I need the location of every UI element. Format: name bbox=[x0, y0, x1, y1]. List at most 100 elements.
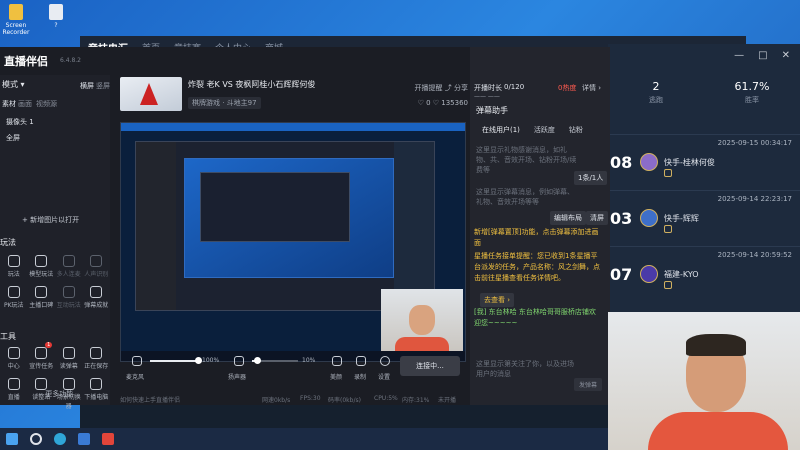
desktop-icon-recorder[interactable]: Screen Recorder bbox=[2, 4, 30, 36]
mic-percent: 100% bbox=[202, 357, 220, 364]
stream-category[interactable]: 棋牌游戏 · 斗地主97 bbox=[188, 97, 261, 109]
desktop-icon-file[interactable]: ? bbox=[42, 4, 70, 29]
fps: FPS:30 bbox=[300, 395, 321, 402]
speaker-icon[interactable] bbox=[234, 356, 244, 366]
match-score: 07 bbox=[610, 265, 633, 284]
tool-interactive[interactable]: 互动玩法 bbox=[55, 286, 83, 309]
add-scene-button[interactable]: + 新增图片以打开 bbox=[22, 215, 79, 225]
stream-title[interactable]: 炸裂 老K VS 夜枫阿桂小石辉辉何俊 bbox=[188, 79, 315, 90]
tool-center[interactable]: 中心 bbox=[0, 347, 28, 370]
tab-online-users[interactable]: 在线用户(1) bbox=[482, 125, 520, 135]
preview-banner bbox=[121, 123, 465, 131]
tool-pk[interactable]: PK玩法 bbox=[0, 286, 28, 309]
record-icon[interactable] bbox=[356, 356, 366, 366]
record-label: 录制 bbox=[354, 374, 367, 381]
microphone-icon[interactable] bbox=[132, 356, 142, 366]
speaker-volume-slider[interactable] bbox=[252, 357, 298, 364]
app-icon[interactable] bbox=[78, 433, 90, 445]
tab-video-source[interactable]: 视频源 bbox=[36, 99, 57, 109]
match-date: 2025-09-14 22:23:17 bbox=[717, 195, 792, 203]
hot-value: 0热度 bbox=[558, 84, 577, 92]
player-name: 福建-KYO bbox=[664, 270, 699, 279]
match-score: 08 bbox=[610, 153, 633, 172]
match-row[interactable]: 07 2025-09-14 20:59:52 福建-KYO bbox=[608, 246, 800, 302]
minimize-icon[interactable]: — bbox=[734, 50, 744, 61]
share-reminder[interactable]: 开播提醒 ⤴ 分享 bbox=[415, 83, 468, 93]
clear-screen-button[interactable]: 清屏 bbox=[586, 211, 608, 225]
tab-landscape[interactable]: 横屏 bbox=[80, 81, 94, 91]
tool-play[interactable]: 玩法 bbox=[0, 255, 28, 278]
detail-link[interactable]: 详情 › bbox=[582, 83, 601, 93]
tab-portrait[interactable]: 竖屏 bbox=[96, 81, 110, 91]
stat-winrate: 61.7% 胜率 bbox=[704, 80, 800, 105]
danmu-hint: 这里显示弹幕消息，例如弹幕、礼物、音效开场等等 bbox=[476, 188, 574, 206]
source-fullscreen[interactable]: 全屏 bbox=[6, 133, 20, 143]
stat-value: 2 bbox=[652, 80, 660, 93]
player-name: 快手-辉辉 bbox=[664, 214, 699, 223]
user-message: [我] 东台林哈 东台林哈哥哥服桥店铺欢迎您~~~~~ bbox=[474, 308, 596, 327]
windows-start-icon[interactable] bbox=[6, 433, 18, 445]
live-app-icon[interactable] bbox=[102, 433, 114, 445]
computer-icon bbox=[90, 378, 103, 390]
tab-materials[interactable]: 素材 bbox=[2, 99, 16, 109]
tool-saving[interactable]: 正在保存 bbox=[83, 347, 111, 370]
go-view-button[interactable]: 去查看 › bbox=[480, 293, 515, 307]
sidebar: 模式 ▾ 横屏 竖屏 素材 画面 视频源 摄像头 1 全屏 + 新增图片以打开 … bbox=[0, 75, 111, 410]
mic-volume-slider[interactable] bbox=[150, 357, 202, 364]
tab-activity[interactable]: 活跃度 bbox=[534, 125, 555, 135]
edge-icon[interactable] bbox=[54, 433, 66, 445]
stat-value: 61.7% bbox=[734, 80, 770, 93]
stream-cover-thumbnail[interactable] bbox=[120, 77, 182, 111]
file-icon bbox=[49, 4, 63, 20]
shirt bbox=[648, 412, 788, 450]
player-name: 快手-桂林何俊 bbox=[664, 158, 715, 167]
help-link[interactable]: 如何快速上手直播伴侣 bbox=[120, 395, 180, 404]
chat-panel: 开播时长 0/120 —— —— 0热度 详情 › 弹幕助手 在线用户(1) 活… bbox=[470, 47, 610, 405]
player-avatar bbox=[640, 209, 658, 227]
live-status: 未开播 bbox=[438, 397, 457, 404]
camera-overlay bbox=[381, 289, 463, 353]
tool-multi-link[interactable]: 多人连麦 bbox=[55, 255, 83, 278]
tool-voice[interactable]: 人声识别 bbox=[83, 255, 111, 278]
count-badge: 1条/1人 bbox=[574, 171, 608, 185]
more-features-button[interactable]: ⋯ 更多功能 bbox=[36, 389, 73, 399]
shield-icon bbox=[35, 255, 48, 267]
player-avatar bbox=[640, 153, 658, 171]
nested-right-panel bbox=[394, 142, 434, 310]
beauty-icon[interactable] bbox=[332, 356, 342, 366]
go-live-button[interactable]: 连接中... bbox=[400, 356, 460, 376]
tab-diamond-fans[interactable]: 钻粉 bbox=[569, 125, 583, 135]
webcam-feed bbox=[608, 312, 800, 450]
tool-model-play[interactable]: 模型玩法 bbox=[28, 255, 56, 278]
tool-live[interactable]: 直播 bbox=[0, 378, 28, 410]
live-duration-label: 开播时长 bbox=[474, 84, 502, 92]
source-camera[interactable]: 摄像头 1 bbox=[6, 117, 34, 127]
tool-promotion-task[interactable]: 1 宣传任务 bbox=[28, 342, 56, 370]
match-row[interactable]: 03 2025-09-14 22:23:17 快手-辉辉 bbox=[608, 190, 800, 246]
scene-section-title[interactable]: 模式 ▾ bbox=[2, 79, 25, 90]
stream-preview[interactable] bbox=[120, 122, 466, 362]
tools-section-title: 工具 bbox=[0, 332, 16, 341]
search-icon[interactable] bbox=[30, 433, 42, 445]
nested-screen-capture bbox=[135, 141, 435, 311]
stat-label: 胜率 bbox=[745, 96, 759, 104]
speaker-percent: 10% bbox=[302, 357, 316, 364]
tool-reputation[interactable]: 主播口碑 bbox=[28, 286, 56, 309]
gamepad-icon bbox=[7, 255, 20, 267]
edit-layout-button[interactable]: 编辑布局 bbox=[550, 211, 586, 225]
tab-canvas[interactable]: 画面 bbox=[18, 99, 32, 109]
close-icon[interactable]: ✕ bbox=[782, 50, 790, 61]
like-count: ♡ 0 ♡ 135360 bbox=[417, 99, 468, 107]
maximize-icon[interactable]: □ bbox=[758, 50, 767, 61]
tool-read-danmu[interactable]: 读弹幕 bbox=[55, 347, 83, 370]
net-speed: 网速0kb/s bbox=[262, 397, 291, 404]
tool-shutdown[interactable]: 下播电脑 bbox=[83, 378, 111, 410]
gift-hint: 这里显示礼物感谢消息，如礼物、共、音效开场、钻粉开场/续费等 bbox=[476, 146, 577, 174]
memory: 内存:31% bbox=[402, 397, 430, 404]
settings-icon[interactable] bbox=[380, 356, 390, 366]
tool-danmu-achievement[interactable]: 弹幕成就 bbox=[83, 286, 111, 309]
send-danmu-button[interactable]: 发弹幕 bbox=[573, 378, 602, 391]
face bbox=[409, 305, 435, 335]
stat-summary: 2 逃跑 61.7% 胜率 bbox=[608, 80, 800, 105]
match-row[interactable]: 08 2025-09-15 00:34:17 快手-桂林何俊 bbox=[608, 134, 800, 190]
